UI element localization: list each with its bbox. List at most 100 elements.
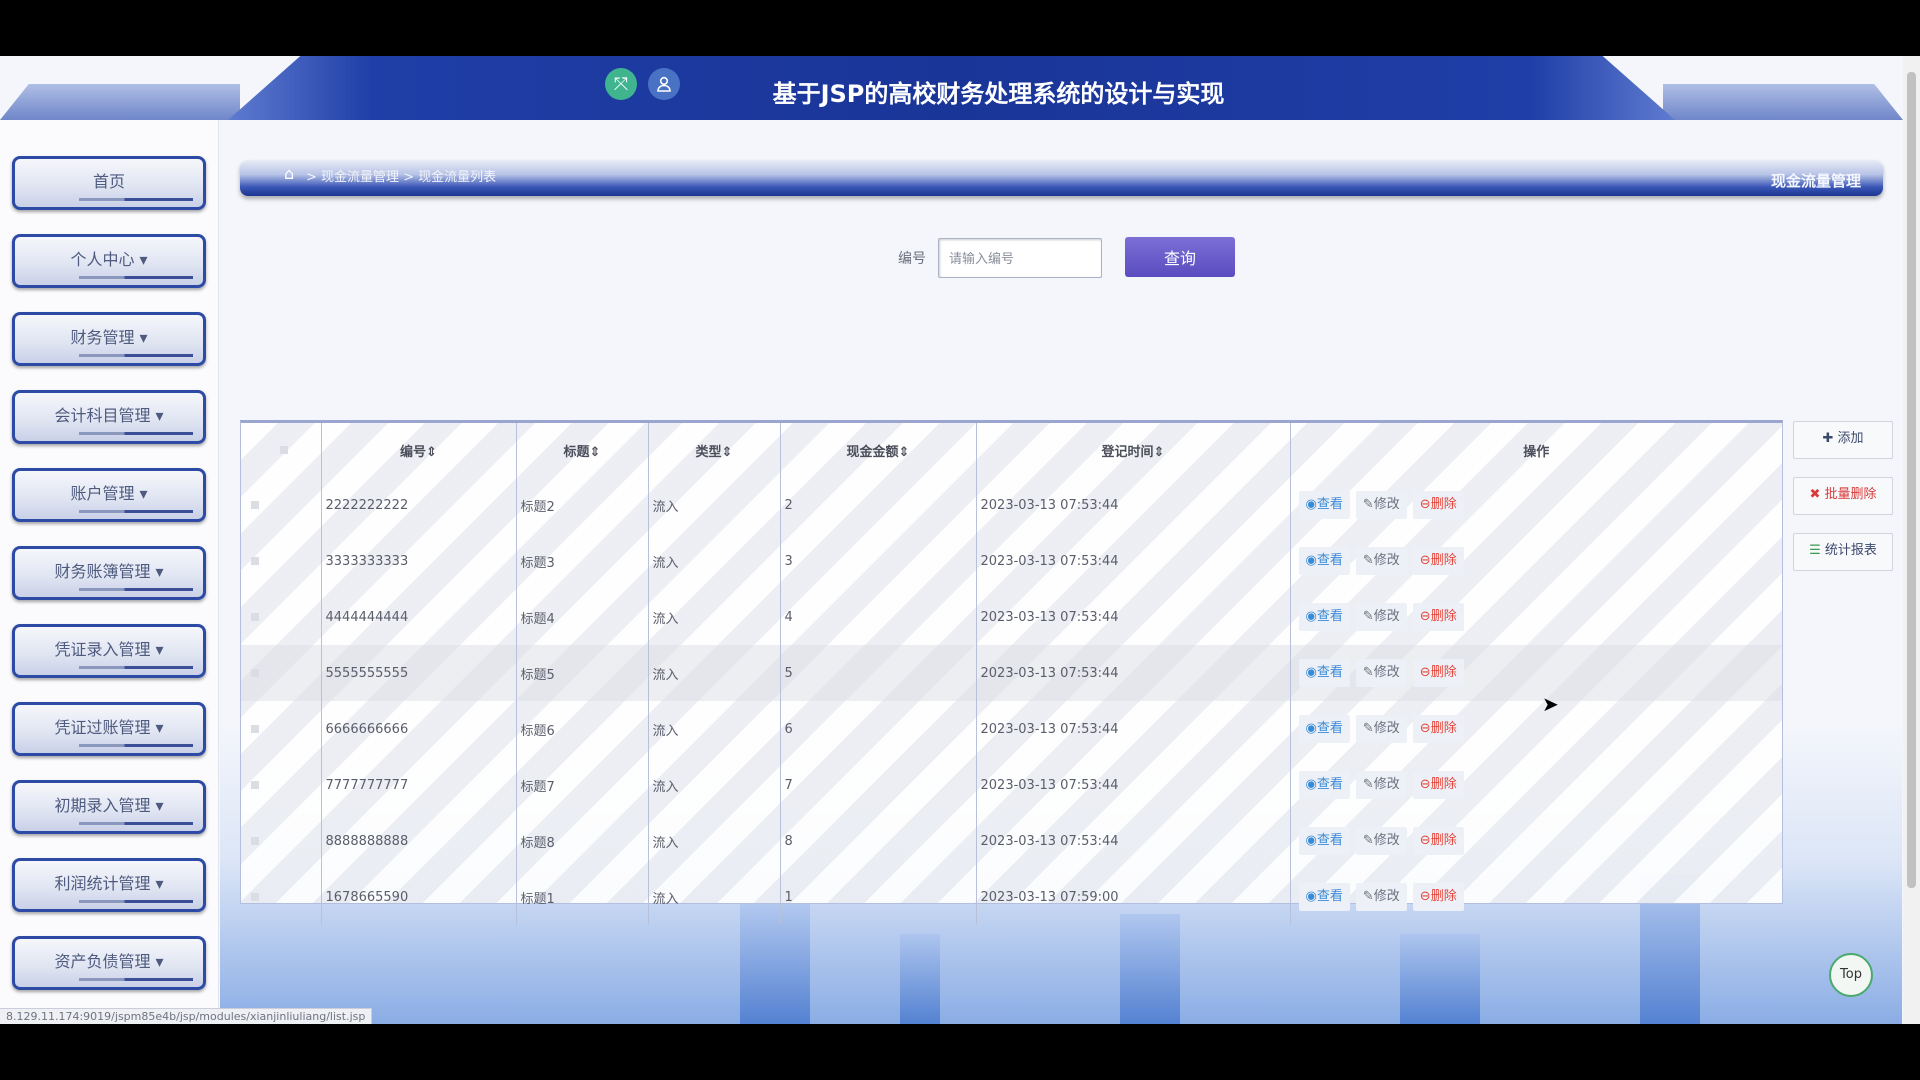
minus-circle-icon: ⊖	[1419, 777, 1431, 792]
edit-button[interactable]: ✎修改	[1355, 883, 1407, 911]
row-checkbox[interactable]	[241, 533, 322, 589]
cell-actions: ◉查看 ✎修改 ⊖删除	[1290, 645, 1782, 701]
nav-label: 财务管理 ▾	[70, 328, 148, 347]
pencil-icon: ✎	[1362, 833, 1374, 848]
add-button[interactable]: ✚ 添加	[1793, 421, 1893, 459]
nav-accounting-subjects[interactable]: 会计科目管理 ▾	[12, 390, 206, 444]
delete-button[interactable]: ⊖删除	[1412, 603, 1464, 631]
minus-circle-icon: ⊖	[1419, 609, 1431, 624]
nav-personal-center[interactable]: 个人中心 ▾	[12, 234, 206, 288]
view-label: 查看	[1316, 665, 1343, 680]
edit-button[interactable]: ✎修改	[1355, 715, 1407, 743]
nav-balance-sheet[interactable]: 资产负债管理 ▾	[12, 936, 206, 990]
sort-icon: ⇕	[898, 444, 910, 460]
scrollbar[interactable]	[1903, 56, 1920, 1024]
edit-label: 修改	[1373, 553, 1400, 568]
cell-id: 3333333333	[321, 533, 517, 589]
delete-button[interactable]: ⊖删除	[1412, 491, 1464, 519]
view-button[interactable]: ◉查看	[1298, 547, 1350, 575]
edit-button[interactable]: ✎修改	[1355, 659, 1407, 687]
view-button[interactable]: ◉查看	[1298, 771, 1350, 799]
edit-button[interactable]: ✎修改	[1355, 771, 1407, 799]
nav-accounts[interactable]: 账户管理 ▾	[12, 468, 206, 522]
report-button[interactable]: ☰ 统计报表	[1793, 533, 1893, 571]
view-label: 查看	[1316, 553, 1343, 568]
delete-button[interactable]: ⊖删除	[1412, 659, 1464, 687]
col-header-amount[interactable]: 现金金额⇕	[780, 423, 977, 477]
cell-actions: ◉查看 ✎修改 ⊖删除	[1290, 813, 1782, 869]
col-header-time[interactable]: 登记时间⇕	[976, 423, 1291, 477]
search-label: 编号	[898, 251, 926, 267]
row-checkbox[interactable]	[241, 589, 322, 645]
row-checkbox[interactable]	[241, 813, 322, 869]
search-button[interactable]: 查询	[1125, 237, 1235, 277]
edit-button[interactable]: ✎修改	[1355, 491, 1407, 519]
app-title: 基于JSP的高校财务处理系统的设计与实现	[772, 80, 1225, 108]
nav-home[interactable]: 首页	[12, 156, 206, 210]
view-button[interactable]: ◉查看	[1298, 659, 1350, 687]
select-all-checkbox[interactable]	[241, 423, 322, 477]
database-icon: ☰	[1809, 543, 1825, 558]
nav-ledger[interactable]: 财务账簿管理 ▾	[12, 546, 206, 600]
row-checkbox[interactable]	[241, 477, 322, 533]
cell-type: 流入	[648, 645, 781, 701]
cell-time: 2023-03-13 07:53:44	[976, 813, 1291, 869]
pencil-icon: ✎	[1362, 665, 1374, 680]
table-row: 8888888888 标题8 流入 8 2023-03-13 07:53:44 ◉查看 ✎修…	[241, 813, 1782, 869]
batch-delete-label: 批量删除	[1824, 487, 1877, 502]
checkbox-box	[251, 724, 259, 733]
back-to-top-button[interactable]: Top	[1829, 953, 1873, 997]
eye-icon: ◉	[1305, 889, 1317, 904]
cell-actions: ◉查看 ✎修改 ⊖删除	[1290, 533, 1782, 589]
cell-time: 2023-03-13 07:53:44	[976, 757, 1291, 813]
nav-label: 个人中心 ▾	[70, 250, 148, 269]
view-button[interactable]: ◉查看	[1298, 827, 1350, 855]
cell-title: 标题3	[516, 533, 649, 589]
cell-type: 流入	[648, 589, 781, 645]
edit-button[interactable]: ✎修改	[1355, 603, 1407, 631]
cell-amount: 4	[780, 589, 977, 645]
nav-voucher-posting[interactable]: 凭证过账管理 ▾	[12, 702, 206, 756]
nav-voucher-entry[interactable]: 凭证录入管理 ▾	[12, 624, 206, 678]
view-button[interactable]: ◉查看	[1298, 715, 1350, 743]
eye-icon: ◉	[1305, 609, 1317, 624]
pencil-icon: ✎	[1362, 889, 1374, 904]
data-table: 编号⇕ 标题⇕ 类型⇕ 现金金额⇕ 登记时间⇕ 操作 2222222222 标题2…	[240, 420, 1783, 925]
delete-button[interactable]: ⊖删除	[1412, 715, 1464, 743]
edit-button[interactable]: ✎修改	[1355, 547, 1407, 575]
view-button[interactable]: ◉查看	[1298, 491, 1350, 519]
nav-finance[interactable]: 财务管理 ▾	[12, 312, 206, 366]
cell-title: 标题2	[516, 477, 649, 533]
cell-amount: 5	[780, 645, 977, 701]
delete-button[interactable]: ⊖删除	[1412, 547, 1464, 575]
delete-button[interactable]: ⊖删除	[1412, 771, 1464, 799]
batch-delete-button[interactable]: ✖ 批量删除	[1793, 477, 1893, 515]
row-checkbox[interactable]	[241, 757, 322, 813]
app-window: ⤧ 基于JSP的高校财务处理系统的设计与实现 首页 个人中心 ▾ 财务管理 ▾ …	[0, 56, 1920, 1024]
view-label: 查看	[1316, 721, 1343, 736]
cell-title: 标题1	[516, 869, 649, 925]
view-button[interactable]: ◉查看	[1298, 603, 1350, 631]
checkbox-box	[251, 500, 259, 509]
nav-profit-stats[interactable]: 利润统计管理 ▾	[12, 858, 206, 912]
home-icon[interactable]: ⌂	[284, 164, 294, 183]
sort-icon: ⇕	[721, 444, 733, 460]
breadcrumb-path: > 现金流量管理 > 现金流量列表	[306, 170, 497, 185]
scrollbar-thumb[interactable]	[1907, 72, 1916, 888]
row-checkbox[interactable]	[241, 869, 322, 925]
edit-button[interactable]: ✎修改	[1355, 827, 1407, 855]
table-row: 1678665590 标题1 流入 1 2023-03-13 07:59:00 ◉查看 ✎修…	[241, 869, 1782, 925]
nav-initial-entry[interactable]: 初期录入管理 ▾	[12, 780, 206, 834]
col-header-title[interactable]: 标题⇕	[516, 423, 649, 477]
search-input[interactable]	[938, 238, 1102, 278]
minus-circle-icon: ⊖	[1419, 721, 1431, 736]
col-header-type[interactable]: 类型⇕	[648, 423, 781, 477]
row-checkbox[interactable]	[241, 701, 322, 757]
delete-button[interactable]: ⊖删除	[1412, 827, 1464, 855]
delete-button[interactable]: ⊖删除	[1412, 883, 1464, 911]
view-button[interactable]: ◉查看	[1298, 883, 1350, 911]
nav-underline	[79, 198, 193, 201]
col-header-id[interactable]: 编号⇕	[321, 423, 517, 477]
sidebar: 首页 个人中心 ▾ 财务管理 ▾ 会计科目管理 ▾ 账户管理 ▾ 财务账簿管理 …	[0, 120, 219, 1024]
row-checkbox[interactable]	[241, 645, 322, 701]
